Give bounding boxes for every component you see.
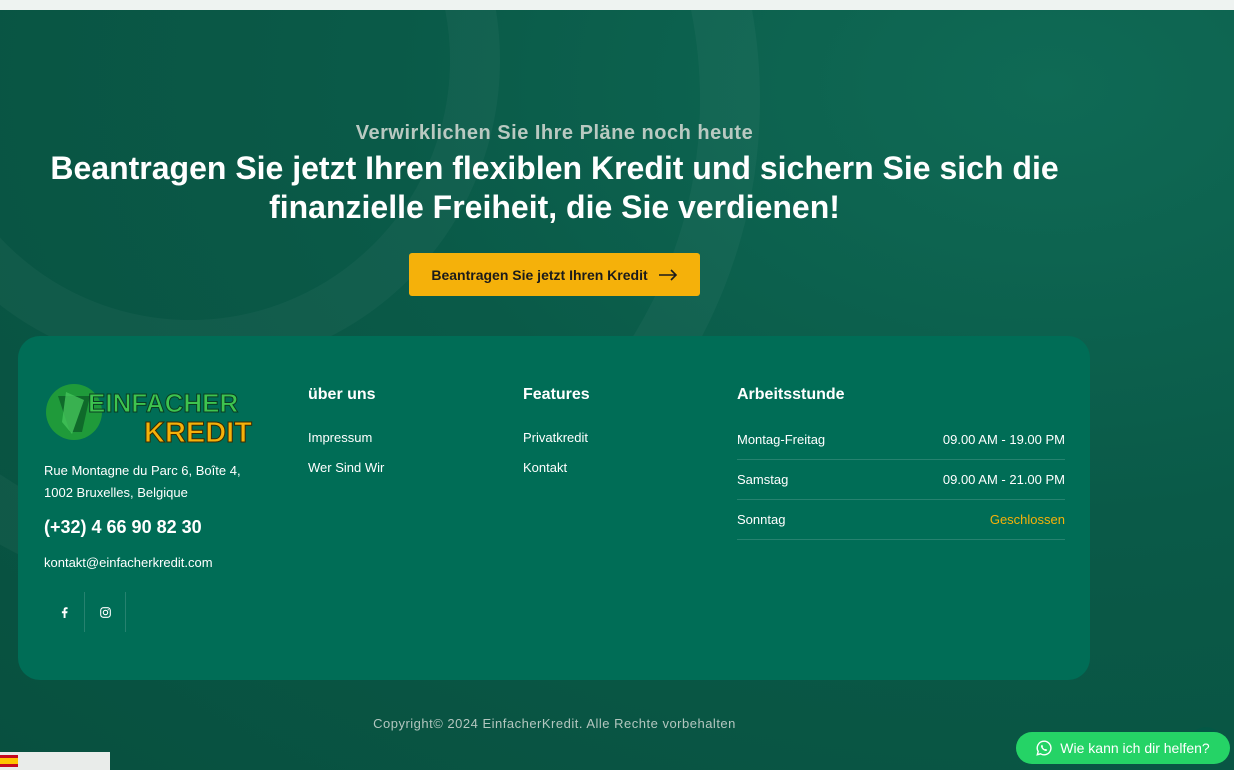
logo-text-einfacher: EINFACHER: [88, 388, 238, 418]
hours-day: Samstag: [737, 472, 789, 487]
company-address: Rue Montagne du Parc 6, Boîte 4, 1002 Br…: [44, 460, 274, 504]
opening-hours: Montag-Freitag 09.00 AM - 19.00 PM Samst…: [737, 420, 1065, 540]
arrow-right-icon: [658, 268, 677, 281]
logo-text-kredit: KREDIT: [144, 417, 252, 446]
facebook-link[interactable]: [44, 592, 85, 632]
hours-closed-status: Geschlossen: [989, 512, 1065, 527]
hours-row: Sonntag Geschlossen: [737, 500, 1065, 540]
whatsapp-chat-button[interactable]: Wie kann ich dir helfen?: [1016, 732, 1230, 764]
kontakt-link[interactable]: Kontakt: [523, 460, 567, 475]
social-links: [44, 592, 126, 632]
address-line: Rue Montagne du Parc 6, Boîte 4,: [44, 463, 241, 478]
spanish-flag-icon: [0, 755, 18, 767]
email-link[interactable]: kontakt@einfacherkredit.com: [44, 555, 213, 570]
instagram-link[interactable]: [85, 592, 126, 632]
wer-sind-wir-link[interactable]: Wer Sind Wir: [308, 460, 384, 475]
hours-time: 09.00 AM - 21.00 PM: [942, 472, 1065, 487]
apply-credit-button-label: Beantragen Sie jetzt Ihren Kredit: [431, 266, 648, 283]
facebook-icon: [61, 606, 68, 618]
hours-day: Montag-Freitag: [737, 432, 826, 447]
hours-row: Samstag 09.00 AM - 21.00 PM: [737, 460, 1065, 500]
language-switcher[interactable]: [0, 752, 110, 770]
instagram-icon: [99, 606, 111, 618]
hours-day: Sonntag: [737, 512, 786, 527]
hero-eyebrow: Verwirklichen Sie Ihre Pläne noch heute: [355, 122, 754, 144]
apply-credit-button[interactable]: Beantragen Sie jetzt Ihren Kredit: [409, 253, 700, 296]
copyright-text: Copyright© 2024 EinfacherKredit. Alle Re…: [373, 716, 736, 731]
features-title: Features: [523, 386, 590, 403]
footer-card: EINFACHER KREDIT Rue Montagne du Parc 6,…: [18, 336, 1090, 680]
phone-number[interactable]: (+32) 4 66 90 82 30: [44, 517, 202, 538]
hours-row: Montag-Freitag 09.00 AM - 19.00 PM: [737, 420, 1065, 460]
einfacher-kredit-logo[interactable]: EINFACHER KREDIT: [44, 382, 274, 446]
address-line: 1002 Bruxelles, Belgique: [44, 485, 188, 500]
whatsapp-chat-label: Wie kann ich dir helfen?: [1060, 740, 1210, 756]
about-title: über uns: [308, 386, 376, 403]
hours-title: Arbeitsstunde: [737, 386, 845, 403]
impressum-link[interactable]: Impressum: [308, 430, 372, 445]
hours-time: 09.00 AM - 19.00 PM: [942, 432, 1065, 447]
top-bar: [0, 0, 1234, 10]
whatsapp-icon: [1036, 740, 1052, 756]
cta-section: Verwirklichen Sie Ihre Pläne noch heute …: [0, 10, 1234, 770]
privatkredit-link[interactable]: Privatkredit: [523, 430, 588, 445]
hero-headline: Beantragen Sie jetzt Ihren flexiblen Kre…: [50, 150, 1059, 225]
